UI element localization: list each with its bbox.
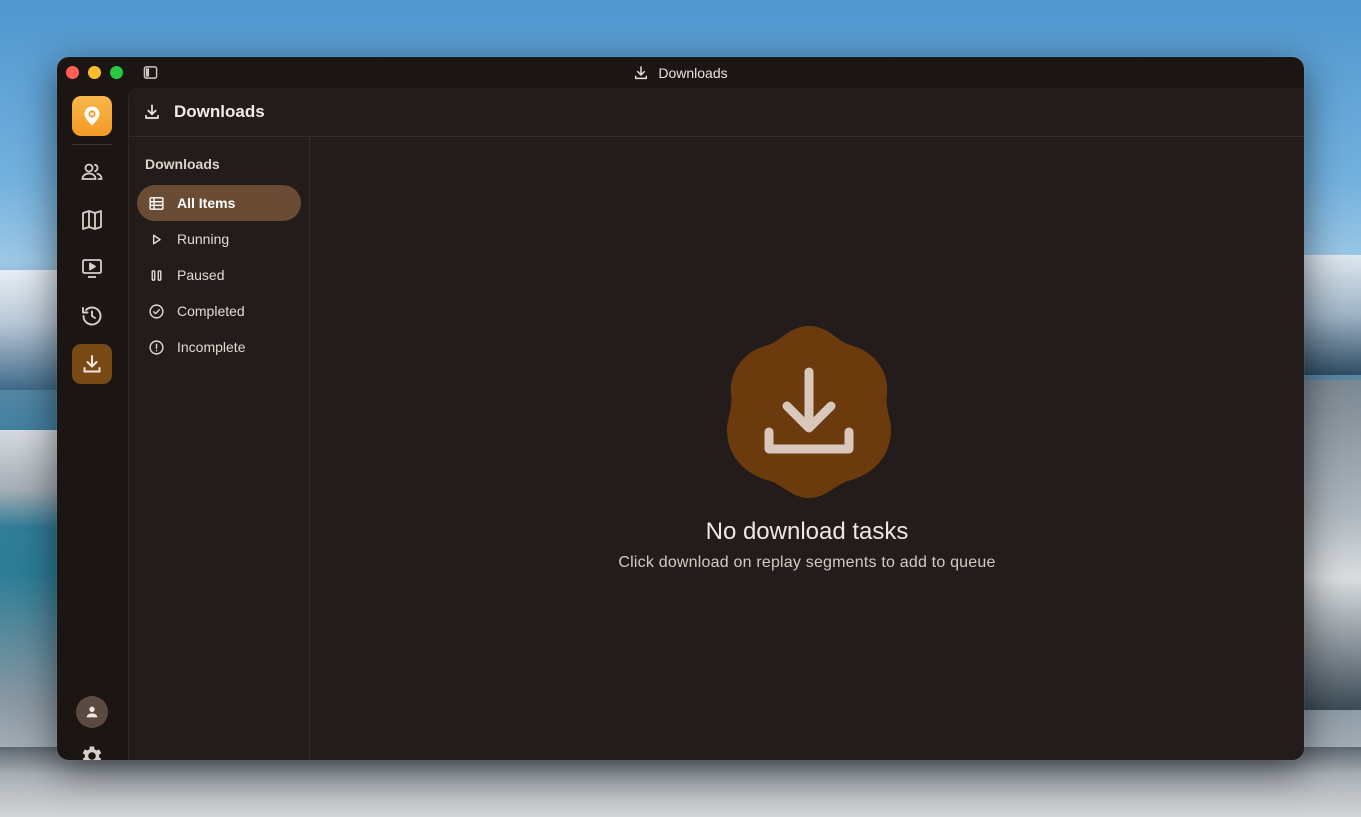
table-icon (149, 196, 164, 210)
title-bar: Downloads (57, 57, 1304, 88)
pause-icon (151, 269, 162, 281)
icon-rail (57, 88, 127, 760)
sidebar-toggle-icon[interactable] (143, 65, 158, 80)
window-title: Downloads (633, 64, 728, 81)
download-icon (145, 104, 159, 119)
empty-state-subtitle: Click download on replay segments to add… (618, 554, 996, 571)
downloads-icon[interactable] (72, 344, 112, 384)
map-icon[interactable] (72, 200, 112, 240)
user-avatar[interactable] (76, 696, 108, 728)
window-title-label: Downloads (658, 64, 728, 81)
check-circle-icon (149, 303, 164, 319)
alert-circle-icon (149, 339, 164, 355)
gear-icon[interactable] (79, 743, 105, 760)
app-window: Downloads Downloads Downloads All Items … (57, 57, 1304, 760)
app-logo-icon[interactable] (72, 96, 112, 136)
nav-item-all-items[interactable]: All Items (137, 185, 301, 221)
history-icon[interactable] (72, 296, 112, 336)
rail-divider (72, 144, 112, 145)
minimize-window-button[interactable] (88, 66, 101, 79)
nav-item-label: Completed (177, 303, 245, 319)
download-icon (635, 65, 648, 79)
nav-item-label: All Items (177, 195, 236, 211)
window-controls (66, 66, 123, 79)
nav-item-completed[interactable]: Completed (137, 293, 301, 329)
nav-item-label: Incomplete (177, 339, 246, 355)
nav-item-incomplete[interactable]: Incomplete (137, 329, 301, 365)
main-panel: Downloads Downloads All Items Running Pa… (128, 88, 1304, 760)
nav-item-running[interactable]: Running (137, 221, 301, 257)
nav-item-paused[interactable]: Paused (137, 257, 301, 293)
page-header: Downloads (129, 88, 1304, 137)
empty-state: No download tasks Click download on repl… (310, 137, 1304, 760)
nav-item-label: Paused (177, 267, 225, 283)
empty-state-title: No download tasks (705, 518, 909, 545)
download-empty-icon (727, 326, 891, 498)
maximize-window-button[interactable] (110, 66, 123, 79)
nav-item-label: Running (177, 231, 230, 247)
play-icon (152, 234, 161, 244)
downloads-filter-nav: Downloads All Items Running Paused Compl… (129, 137, 310, 760)
page-title: Downloads (174, 102, 265, 121)
close-window-button[interactable] (66, 66, 79, 79)
subnav-title: Downloads (145, 156, 220, 172)
people-icon[interactable] (72, 152, 112, 192)
user-icon (86, 706, 98, 718)
replay-icon[interactable] (72, 248, 112, 288)
